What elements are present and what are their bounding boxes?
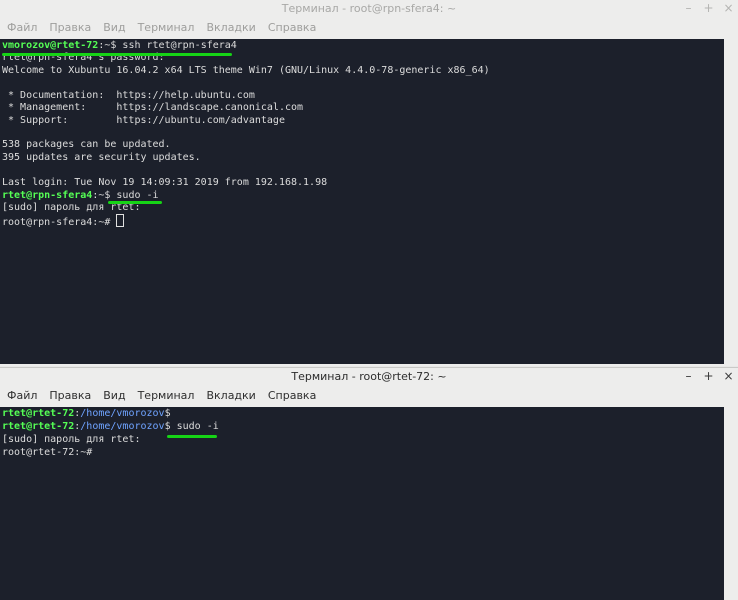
maximize-icon[interactable]: +	[703, 0, 714, 17]
maximize-icon[interactable]: +	[703, 368, 714, 385]
terminal-line: root@rtet-72:~#	[2, 447, 93, 458]
menu-help[interactable]: Справка	[262, 385, 322, 407]
highlight-underline	[167, 435, 217, 438]
menu-bar: Файл Правка Вид Терминал Вкладки Справка	[0, 17, 738, 39]
scrollbar[interactable]	[724, 407, 738, 600]
prompt-suffix: :~$	[98, 40, 123, 51]
terminal-line: Last login: Tue Nov 19 14:09:31 2019 fro…	[2, 177, 328, 188]
menu-file[interactable]: Файл	[1, 17, 43, 39]
menu-view[interactable]: Вид	[97, 385, 131, 407]
highlight-underline	[2, 53, 232, 56]
window-controls: – + ×	[683, 368, 734, 385]
terminal-line: rtet@rtet-72:/home/vmorozov$ sudo -i	[2, 421, 219, 433]
command-text: sudo -i	[116, 190, 159, 201]
root-prompt: root@rpn-sfera4:~#	[2, 217, 117, 228]
menu-terminal[interactable]: Терминал	[132, 385, 201, 407]
prompt-user: rtet@rtet-72	[2, 408, 75, 419]
prompt-path: /home/vmorozov	[80, 408, 165, 419]
terminal-line: 395 updates are security updates.	[2, 152, 201, 163]
menu-edit[interactable]: Правка	[43, 385, 97, 407]
command-text: sudo -i	[176, 421, 219, 432]
window-title: Терминал - root@rpn-sfera4: ~	[281, 2, 457, 15]
terminal-line: * Management: https://landscape.canonica…	[2, 102, 304, 113]
prompt-dollar: $	[164, 408, 171, 419]
terminal-window-bottom[interactable]: Терминал - root@rtet-72: ~ – + × Файл Пр…	[0, 367, 738, 600]
command-text: ssh rtet@rpn-sfera4	[122, 40, 237, 51]
menu-edit[interactable]: Правка	[43, 17, 97, 39]
text-cursor	[116, 214, 125, 227]
prompt-suffix: :~$	[92, 190, 117, 201]
prompt-user: rtet@rtet-72	[2, 421, 75, 432]
terminal-window-top[interactable]: Терминал - root@rpn-sfera4: ~ – + × Файл…	[0, 0, 738, 366]
terminal-line: root@rpn-sfera4:~#	[2, 214, 125, 228]
title-bar[interactable]: Терминал - root@rtet-72: ~ – + ×	[0, 368, 738, 385]
close-icon[interactable]: ×	[723, 0, 734, 17]
terminal-line: rtet@rtet-72:/home/vmorozov$	[2, 408, 171, 420]
title-bar[interactable]: Терминал - root@rpn-sfera4: ~ – + ×	[0, 0, 738, 17]
menu-view[interactable]: Вид	[97, 17, 131, 39]
terminal-output[interactable]: rtet@rtet-72:/home/vmorozov$ rtet@rtet-7…	[0, 407, 724, 600]
terminal-line: vmorozov@rtet-72:~$ ssh rtet@rpn-sfera4	[2, 40, 237, 52]
terminal-line: [sudo] пароль для rtet:	[2, 434, 141, 445]
scrollbar[interactable]	[724, 39, 738, 364]
window-controls: – + ×	[683, 0, 734, 17]
terminal-output[interactable]: vmorozov@rtet-72:~$ ssh rtet@rpn-sfera4 …	[0, 39, 724, 364]
menu-help[interactable]: Справка	[262, 17, 322, 39]
highlight-underline	[108, 201, 162, 204]
menu-tabs[interactable]: Вкладки	[200, 385, 261, 407]
menu-bar: Файл Правка Вид Терминал Вкладки Справка	[0, 385, 738, 407]
menu-tabs[interactable]: Вкладки	[200, 17, 261, 39]
prompt-user: rtet@rpn-sfera4	[2, 190, 93, 201]
terminal-line: * Support: https://ubuntu.com/advantage	[2, 115, 285, 126]
prompt-user: vmorozov@rtet-72	[2, 40, 99, 51]
minimize-icon[interactable]: –	[683, 0, 694, 17]
terminal-line: * Documentation: https://help.ubuntu.com	[2, 90, 255, 101]
minimize-icon[interactable]: –	[683, 368, 694, 385]
window-title: Терминал - root@rtet-72: ~	[291, 370, 447, 383]
terminal-line: Welcome to Xubuntu 16.04.2 x64 LTS theme…	[2, 65, 490, 76]
terminal-line: 538 packages can be updated.	[2, 139, 171, 150]
menu-terminal[interactable]: Терминал	[132, 17, 201, 39]
menu-file[interactable]: Файл	[1, 385, 43, 407]
prompt-path: /home/vmorozov	[80, 421, 165, 432]
close-icon[interactable]: ×	[723, 368, 734, 385]
prompt-dollar: $	[164, 421, 177, 432]
